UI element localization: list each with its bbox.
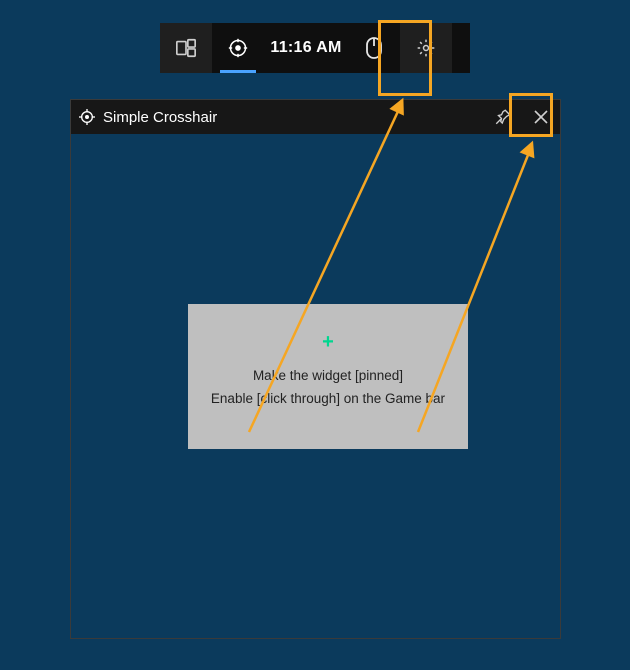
crosshair-icon xyxy=(79,109,95,125)
widgets-icon xyxy=(175,37,197,59)
gamebar-widgets-button[interactable] xyxy=(160,23,212,73)
widget-title: Simple Crosshair xyxy=(79,109,217,126)
widget-title-label: Simple Crosshair xyxy=(103,109,217,126)
widget-titlebar[interactable]: Simple Crosshair xyxy=(71,100,560,134)
widget-close-button[interactable] xyxy=(522,100,560,134)
mouse-icon xyxy=(365,36,383,60)
gamebar-clock: 11:16 AM xyxy=(264,23,348,73)
instruction-line-clickthrough: Enable [click through] on the Game bar xyxy=(188,391,468,406)
gear-icon xyxy=(416,38,436,58)
clock-text: 11:16 AM xyxy=(270,39,341,57)
game-bar: 11:16 AM xyxy=(160,23,470,73)
gamebar-settings-button[interactable] xyxy=(400,23,452,73)
gamebar-crosshair-button[interactable] xyxy=(212,23,264,73)
instruction-line-pinned: Make the widget [pinned] xyxy=(188,368,468,383)
gamebar-clickthrough-button[interactable] xyxy=(348,23,400,73)
close-icon xyxy=(534,110,548,124)
instruction-panel: + Make the widget [pinned] Enable [click… xyxy=(188,304,468,449)
plus-icon: + xyxy=(322,332,334,352)
widget-action-area xyxy=(484,100,560,134)
widget-pin-button[interactable] xyxy=(484,100,522,134)
pin-icon xyxy=(494,108,512,126)
crosshair-icon xyxy=(228,38,248,58)
